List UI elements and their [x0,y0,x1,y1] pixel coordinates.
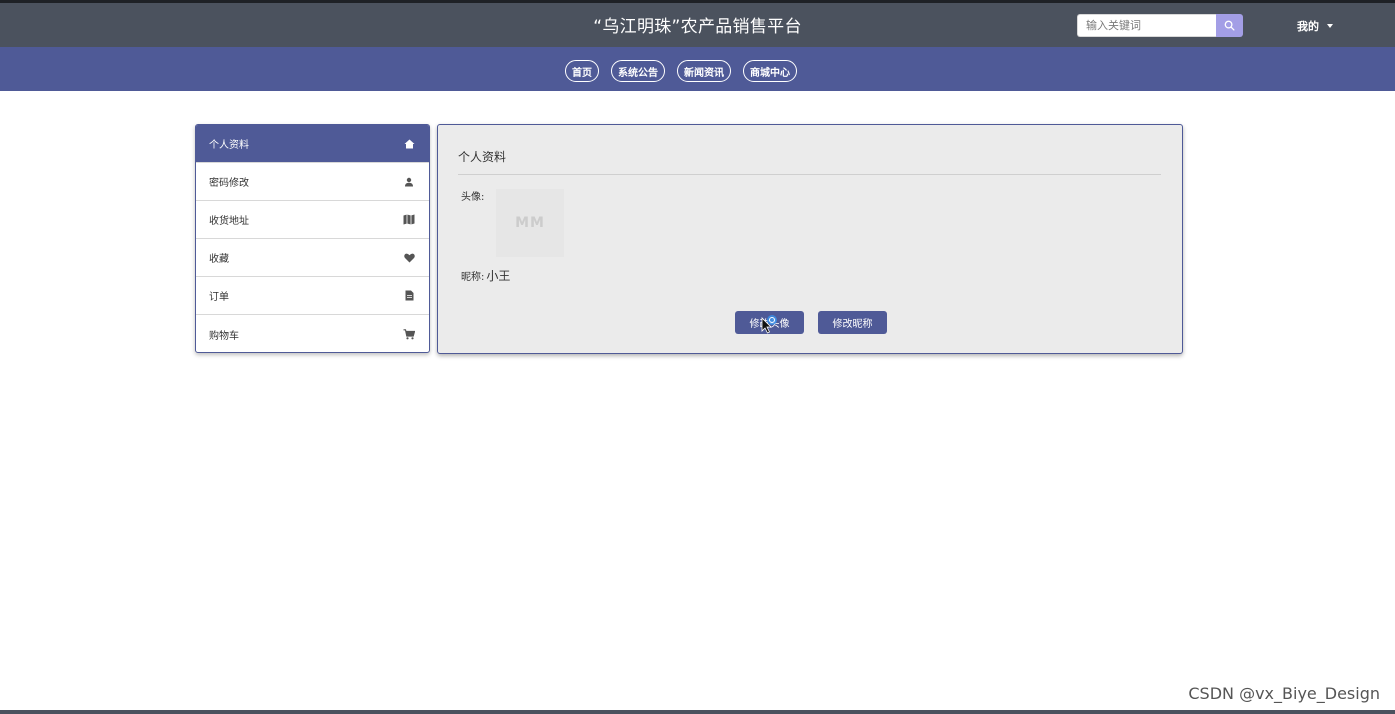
divider [458,174,1161,175]
avatar-label: 头像: [461,192,485,203]
sidebar-item-label: 个人资料 [209,140,249,151]
search-input[interactable] [1077,14,1216,37]
chevron-down-icon [1327,24,1333,28]
nav-item-news[interactable]: 新闻资讯 [677,60,731,82]
footer-bar [0,710,1395,714]
nav-items: 首页 系统公告 新闻资讯 商城中心 [565,60,797,82]
sidebar-item-address[interactable]: 收货地址 [196,201,429,239]
user-icon [403,176,415,188]
sidebar-item-password[interactable]: 密码修改 [196,163,429,201]
file-icon [403,290,415,302]
sidebar-item-label: 收货地址 [209,216,249,227]
sidebar-item-favorites[interactable]: 收藏 [196,239,429,277]
nav-item-announcements[interactable]: 系统公告 [611,60,665,82]
sidebar-item-cart[interactable]: 购物车 [196,315,429,352]
nav-item-mall[interactable]: 商城中心 [743,60,797,82]
map-icon [403,214,415,226]
nickname-row: 昵称: 小王 [461,267,510,284]
nav-item-home[interactable]: 首页 [565,60,599,82]
nickname-label: 昵称: [461,272,485,283]
user-menu-dropdown[interactable]: 我的 [1297,18,1333,34]
change-nickname-button[interactable]: 修改昵称 [818,311,887,334]
heart-icon [403,252,415,264]
panel-title: 个人资料 [458,150,507,164]
search-button[interactable] [1216,14,1243,37]
avatar: MM [496,189,564,257]
sidebar-item-label: 收藏 [209,254,229,265]
home-icon [403,138,415,150]
account-sidebar: 个人资料 密码修改 收货地址 收藏 订单 购物车 [195,124,430,353]
cart-icon [403,328,415,340]
user-menu-label: 我的 [1297,20,1319,33]
nickname-value: 小王 [486,269,511,283]
sidebar-item-label: 购物车 [209,330,239,342]
main-nav-bar: 首页 系统公告 新闻资讯 商城中心 [0,47,1395,91]
watermark-text: CSDN @vx_Biye_Design [1188,684,1380,703]
sidebar-item-profile[interactable]: 个人资料 [196,125,429,163]
profile-panel: 个人资料 头像: MM 昵称: 小王 修改头像 修改昵称 [437,124,1183,354]
change-avatar-button[interactable]: 修改头像 [735,311,804,334]
sidebar-item-orders[interactable]: 订单 [196,277,429,315]
search-bar [1077,14,1243,37]
sidebar-item-label: 订单 [209,292,229,303]
sidebar-item-label: 密码修改 [209,178,249,189]
top-header-bar: “乌江明珠”农产品销售平台 我的 [0,0,1395,47]
search-icon [1224,20,1235,31]
